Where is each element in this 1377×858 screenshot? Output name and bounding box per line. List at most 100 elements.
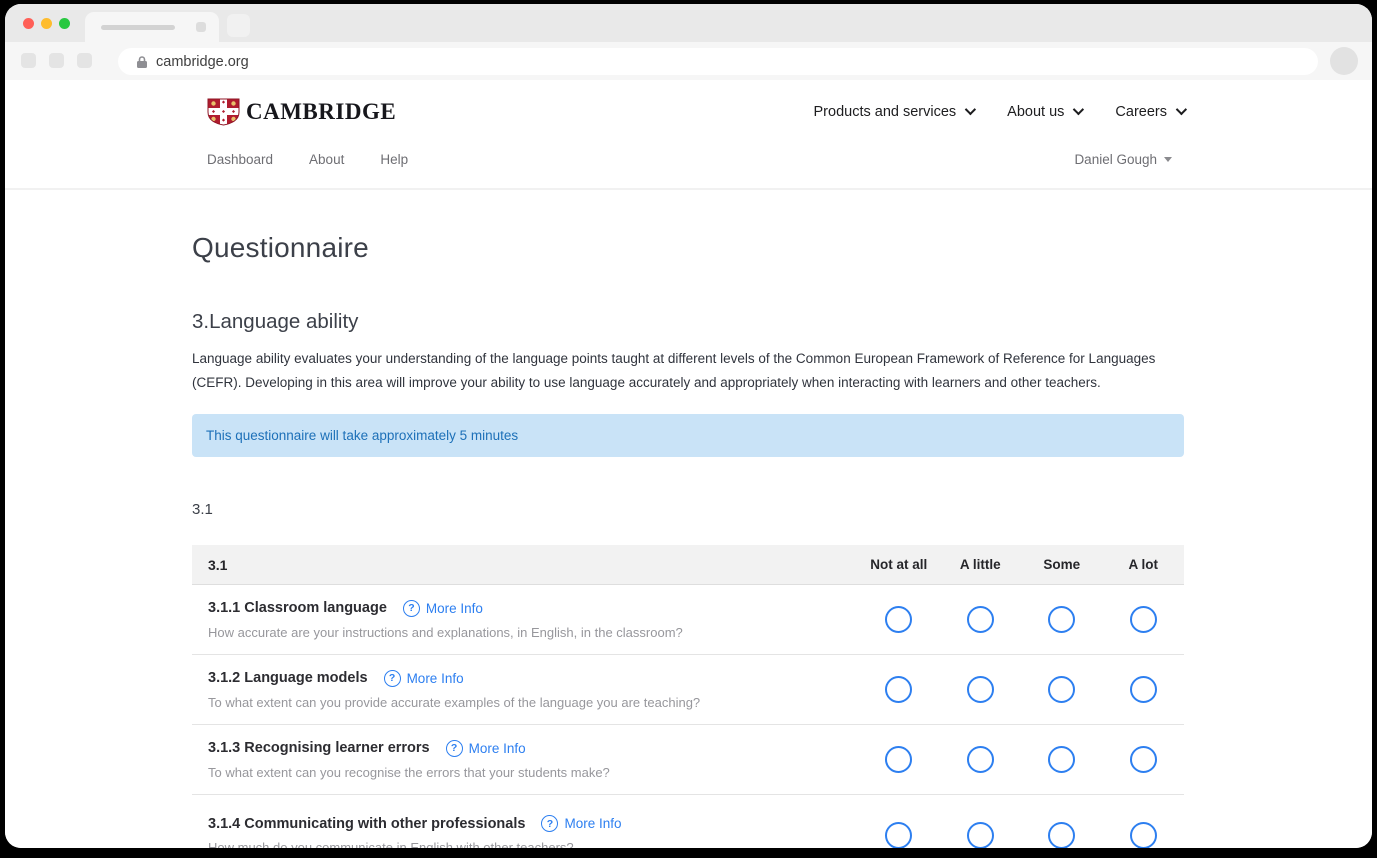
radio-not-at-all[interactable] [885,822,912,849]
question-description: To what extent can you recognise the err… [208,765,858,780]
section-description: Language ability evaluates your understa… [192,347,1184,395]
browser-window: cambridge.org [5,4,1372,848]
nav-products-and-services[interactable]: Products and services [814,104,974,120]
page-content: CAMBRIDGE Products and services About us… [5,80,1372,848]
table-row: 3.1.3 Recognising learner errors ? More … [192,725,1184,795]
question-title: 3.1.4 Communicating with other professio… [208,816,525,832]
user-name: Daniel Gough [1074,152,1157,167]
lock-icon [136,55,148,69]
minimize-window-button[interactable] [41,18,52,29]
caret-down-icon [1164,157,1172,162]
sub-nav: Dashboard About Help [207,152,408,167]
chevron-down-icon [1073,103,1084,114]
table-row: 3.1.1 Classroom language ? More Info How… [192,585,1184,655]
column-a-lot: A lot [1103,557,1185,572]
browser-toolbar: cambridge.org [5,42,1372,80]
help-icon: ? [384,670,401,687]
nav-about[interactable]: About [309,152,344,167]
question-title: 3.1.1 Classroom language [208,600,387,616]
table-header-row: 3.1 Not at all A little Some A lot [192,545,1184,585]
radio-a-lot[interactable] [1130,746,1157,773]
radio-a-little[interactable] [967,746,994,773]
radio-not-at-all[interactable] [885,676,912,703]
section-heading: 3.Language ability [192,310,1184,334]
help-icon: ? [541,815,558,832]
help-icon: ? [446,740,463,757]
nav-label: Products and services [814,104,957,120]
url-text: cambridge.org [156,54,249,70]
back-button[interactable] [21,53,36,68]
chevron-down-icon [1176,103,1187,114]
cambridge-shield-icon [207,98,240,126]
info-banner: This questionnaire will take approximate… [192,414,1184,457]
more-info-label: More Info [469,741,526,756]
tab-title-placeholder [101,25,175,30]
main-content: Questionnaire 3.Language ability Languag… [5,232,1372,848]
chevron-down-icon [965,103,976,114]
more-info-label: More Info [426,601,483,616]
more-info-label: More Info [407,671,464,686]
answer-options [858,822,1184,849]
more-info-label: More Info [564,816,621,831]
top-navigation: Products and services About us Careers [814,104,1184,120]
questionnaire-table: 3.1 Not at all A little Some A lot 3.1.1… [192,545,1184,848]
nav-dashboard[interactable]: Dashboard [207,152,273,167]
more-info-link[interactable]: ? More Info [446,740,526,757]
reload-button[interactable] [77,53,92,68]
site-header: CAMBRIDGE Products and services About us… [5,80,1372,126]
user-menu[interactable]: Daniel Gough [1074,152,1172,167]
radio-not-at-all[interactable] [885,746,912,773]
question-description: How much do you communicate in English w… [208,840,858,848]
question-title: 3.1.3 Recognising learner errors [208,740,430,756]
radio-some[interactable] [1048,746,1075,773]
forward-button[interactable] [49,53,64,68]
radio-a-little[interactable] [967,606,994,633]
tab-favicon-placeholder [196,22,206,32]
question-description: How accurate are your instructions and e… [208,625,858,640]
nav-help[interactable]: Help [380,152,408,167]
nav-about-us[interactable]: About us [1007,104,1081,120]
radio-some[interactable] [1048,676,1075,703]
more-info-link[interactable]: ? More Info [541,815,621,832]
maximize-window-button[interactable] [59,18,70,29]
window-controls [23,18,70,29]
banner-text: This questionnaire will take approximate… [206,428,518,443]
radio-a-lot[interactable] [1130,606,1157,633]
secondary-navigation: Dashboard About Help Daniel Gough [5,126,1372,167]
radio-a-little[interactable] [967,676,994,703]
browser-nav-buttons [21,53,92,68]
address-bar[interactable]: cambridge.org [118,48,1318,75]
radio-some[interactable] [1048,822,1075,849]
radio-a-lot[interactable] [1130,822,1157,849]
column-a-little: A little [940,557,1022,572]
table-header-label: 3.1 [208,557,858,573]
scale-columns: Not at all A little Some A lot [858,557,1184,572]
nav-label: About us [1007,104,1064,120]
browser-tab-bar [5,4,1372,42]
answer-options [858,746,1184,773]
radio-not-at-all[interactable] [885,606,912,633]
cambridge-logo[interactable]: CAMBRIDGE [207,98,396,126]
radio-a-little[interactable] [967,822,994,849]
answer-options [858,676,1184,703]
header-divider [5,188,1372,190]
nav-label: Careers [1115,104,1167,120]
table-row: 3.1.2 Language models ? More Info To wha… [192,655,1184,725]
close-window-button[interactable] [23,18,34,29]
new-tab-button[interactable] [227,14,250,37]
radio-a-lot[interactable] [1130,676,1157,703]
help-icon: ? [403,600,420,617]
more-info-link[interactable]: ? More Info [403,600,483,617]
radio-some[interactable] [1048,606,1075,633]
question-description: To what extent can you provide accurate … [208,695,858,710]
more-info-link[interactable]: ? More Info [384,670,464,687]
column-not-at-all: Not at all [858,557,940,572]
nav-careers[interactable]: Careers [1115,104,1184,120]
page-title: Questionnaire [192,232,1184,264]
question-title: 3.1.2 Language models [208,670,368,686]
browser-tab[interactable] [85,12,219,42]
browser-profile-avatar[interactable] [1330,47,1358,75]
column-some: Some [1021,557,1103,572]
answer-options [858,606,1184,633]
table-row: 3.1.4 Communicating with other professio… [192,795,1184,848]
